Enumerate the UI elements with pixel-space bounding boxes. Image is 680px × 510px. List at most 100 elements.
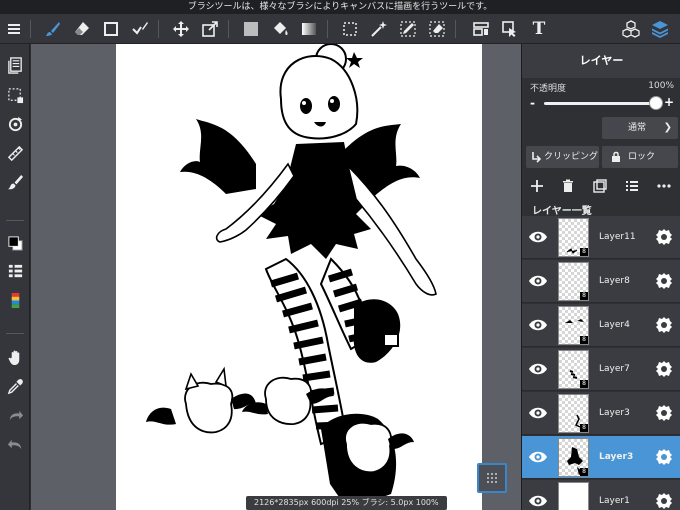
layer-row-layer1[interactable]: 8 Layer1 [522,480,680,510]
add-layer-icon[interactable] [529,178,545,194]
gear-icon[interactable] [655,228,673,246]
palette-icon[interactable] [4,289,26,311]
gear-icon[interactable] [655,272,673,290]
bit-depth-badge: 8 [580,468,588,476]
filter-brush-icon[interactable] [4,171,26,193]
layer-row-layer7[interactable]: 8 Layer7 [522,348,680,391]
eye-icon[interactable] [526,491,550,510]
blend-mode-select[interactable]: 通常 ❯ [602,117,678,139]
selection-icon[interactable] [4,84,26,106]
opacity-minus-button[interactable]: - [530,96,535,110]
clipping-icon [532,152,541,163]
text-icon[interactable]: T [528,18,550,40]
layer-name: Layer3 [599,408,630,418]
brush-icon[interactable] [42,18,64,40]
blend-mode-label: 通常 [628,123,647,133]
opacity-slider[interactable] [544,102,656,105]
move-icon[interactable] [170,18,192,40]
hint-bar: ブラシツールは、様々なブラシによりキャンバスに描画を行うツールです。 [0,0,680,14]
brush-list-icon[interactable] [4,260,26,282]
layer-row-layer3-upper[interactable]: 8 Layer3 [522,392,680,435]
gear-icon[interactable] [655,448,673,466]
select-eraser-icon[interactable] [426,18,448,40]
undo-icon[interactable] [4,433,26,455]
layer-name: Layer7 [599,364,630,374]
layer-row-layer4[interactable]: 8 Layer4 [522,304,680,347]
bit-depth-badge: 8 [580,336,588,344]
eye-icon[interactable] [526,359,550,379]
gear-icon[interactable] [655,360,673,378]
gradient-icon[interactable] [298,18,320,40]
gear-icon[interactable] [655,404,673,422]
top-toolbar: T [0,14,680,44]
lock-label: ロック [628,152,656,162]
layer-thumbnail: 8 [558,218,589,257]
opacity-slider-knob[interactable] [649,96,663,110]
canvas-area[interactable]: 2126*2835px 600dpi 25% ブラシ: 5.0px 100% [31,44,521,510]
layer-name: Layer1 [599,496,630,506]
status-bar: 2126*2835px 600dpi 25% ブラシ: 5.0px 100% [246,496,447,510]
layer-list-icon[interactable] [624,178,640,194]
materials-icon[interactable] [620,18,642,40]
eye-icon[interactable] [526,315,550,335]
magic-wand-icon[interactable] [368,18,390,40]
rotate-icon[interactable] [4,113,26,135]
rect-icon[interactable] [100,18,122,40]
bit-depth-badge: 8 [580,424,588,432]
ruler-icon[interactable] [4,142,26,164]
bucket-icon[interactable] [269,18,291,40]
opacity-plus-button[interactable]: + [664,95,674,109]
layer-folder-icon[interactable] [592,178,608,194]
layer-tools-row [522,175,680,197]
fill-color-icon[interactable] [240,18,262,40]
navigator-button[interactable] [477,463,507,493]
gear-icon[interactable] [655,492,673,510]
layers-icon[interactable] [649,18,671,40]
lock-icon [612,151,620,162]
more-options-icon[interactable] [656,178,672,194]
layer-row-layer11[interactable]: 8 Layer11 [522,216,680,259]
color-swatch-icon[interactable] [4,232,26,254]
lock-button[interactable]: ロック [602,146,678,168]
eye-icon[interactable] [526,447,550,467]
layer-name: Layer3 [599,452,634,462]
clipping-button[interactable]: クリッピング [526,146,599,168]
gear-icon[interactable] [655,316,673,334]
pages-icon[interactable] [4,54,26,76]
layer-row-layer8[interactable]: 8 Layer8 [522,260,680,303]
layer-move-icon[interactable] [470,18,492,40]
select-pen-icon[interactable] [397,18,419,40]
layer-thumbnail: 8 [558,350,589,389]
left-toolbar [0,44,30,510]
drawing-canvas[interactable] [116,44,482,510]
bit-depth-badge: 8 [580,248,588,256]
layer-list-header: レイヤー一覧 [532,206,592,217]
select-rect-icon[interactable] [339,18,361,40]
bit-depth-badge: 8 [580,292,588,300]
bit-depth-badge: 8 [580,380,588,388]
redo-icon[interactable] [4,404,26,426]
layer-thumbnail: 8 [558,438,589,477]
layer-thumbnail: 8 [558,306,589,345]
artwork-illustration [146,44,437,510]
eye-icon[interactable] [526,403,550,423]
eraser-icon[interactable] [71,18,93,40]
layer-row-layer3-selected[interactable]: 8 Layer3 [522,436,680,479]
hand-icon[interactable] [4,346,26,368]
check-brush-icon[interactable] [129,18,151,40]
layer-name: Layer4 [599,320,630,330]
layer-thumbnail: 8 [558,482,589,510]
layer-panel: レイヤー 不透明度 100% - + 通常 ❯ クリッピング ロック レイヤー一… [521,44,680,510]
transform-icon[interactable] [199,18,221,40]
opacity-label: 不透明度 [530,84,567,94]
layer-name: Layer8 [599,276,630,286]
delete-layer-icon[interactable] [560,178,576,194]
eye-icon[interactable] [526,271,550,291]
grid-dots-icon [487,473,497,483]
menu-icon[interactable] [3,18,25,40]
eyedropper-icon[interactable] [4,375,26,397]
eye-icon[interactable] [526,227,550,247]
operation-icon[interactable] [499,18,521,40]
layer-thumbnail: 8 [558,262,589,301]
opacity-value: 100% [648,81,674,91]
